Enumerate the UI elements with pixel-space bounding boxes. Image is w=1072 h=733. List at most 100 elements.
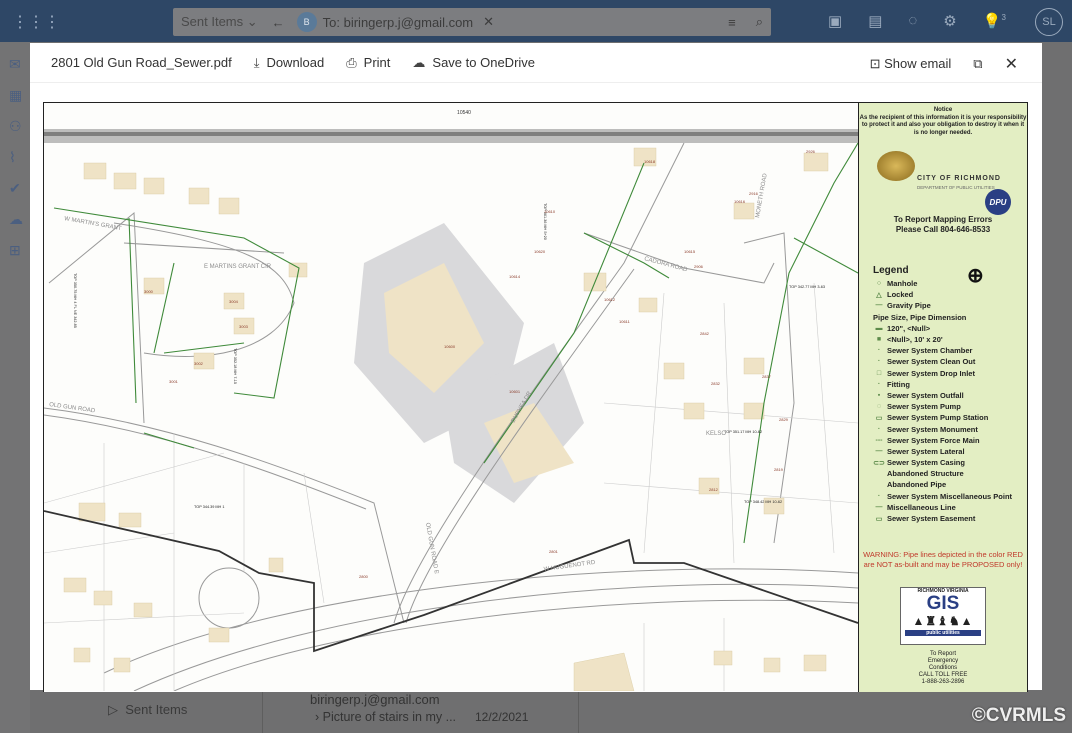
mail-icon[interactable]: ✉ xyxy=(9,56,30,73)
mail-subject[interactable]: › Picture of stairs in my ... xyxy=(315,710,456,724)
city-name: CITY OF RICHMOND xyxy=(917,175,1001,182)
svg-text:10601: 10601 xyxy=(509,389,521,394)
top-bar: ⋮⋮⋮ Sent Items ⌄ ← B To: biringerp.j@gma… xyxy=(0,0,1072,42)
search-scope-dropdown[interactable]: Sent Items ⌄ xyxy=(181,14,258,30)
office-icon[interactable]: ▣ xyxy=(828,12,842,30)
legend-item: ▪ Sewer System Outfall xyxy=(859,390,1027,401)
close-icon[interactable]: ✕ xyxy=(1005,54,1018,74)
legend-item: — Sewer System Lateral xyxy=(859,446,1027,457)
emergency-phone: 1-888-263-2896 xyxy=(921,679,965,686)
svg-text:3003: 3003 xyxy=(239,324,249,329)
dpu-logo: DPU xyxy=(985,189,1011,215)
emergency-line: Emergency xyxy=(927,658,959,665)
legend-symbol: ▭ xyxy=(875,515,883,523)
filter-icon[interactable]: ≡ xyxy=(728,15,736,30)
calendar-icon[interactable]: ▦ xyxy=(9,87,30,104)
svg-text:2801: 2801 xyxy=(549,549,559,554)
svg-text:10611: 10611 xyxy=(619,319,631,324)
svg-text:TOP 348.42 MH 10-62: TOP 348.42 MH 10-62 xyxy=(744,500,782,504)
save-onedrive-button[interactable]: ☁ Save to OneDrive xyxy=(412,55,535,71)
legend-label: Sewer System Pump Station xyxy=(887,413,989,423)
avatar[interactable]: SL xyxy=(1035,8,1063,36)
svg-text:10618: 10618 xyxy=(644,159,656,164)
search-scope-label: Sent Items xyxy=(181,14,244,29)
legend-item: — Miscellaneous Line xyxy=(859,502,1027,513)
sewer-map: 10540 TOP 350.75 MH 4 FL NE 342.85 TOP 3… xyxy=(44,103,858,691)
print-label: Print xyxy=(363,55,391,70)
emergency-line: Conditions xyxy=(928,665,958,672)
gis-logo: RICHMOND VIRGINIA GIS ▲♜♝♞▲ public utili… xyxy=(900,587,986,646)
legend-label: Pipe Size, Pipe Dimension xyxy=(873,312,967,322)
svg-text:2819: 2819 xyxy=(774,467,784,472)
legend-label: Abandoned Pipe xyxy=(887,480,947,490)
gear-icon[interactable]: ⚙ xyxy=(943,12,956,30)
legend-item: ▭ Sewer System Pump Station xyxy=(859,412,1027,423)
svg-text:TOP 342.77 MH 3-63: TOP 342.77 MH 3-63 xyxy=(789,285,825,289)
emergency-line: CALL TOLL FREE xyxy=(918,672,968,679)
folder-sent-items[interactable]: ▷ Sent Items xyxy=(108,702,187,718)
show-email-button[interactable]: ⊡ Show email xyxy=(870,56,952,72)
svg-text:2926: 2926 xyxy=(806,149,816,154)
mail-from[interactable]: biringerp.j@gmail.com xyxy=(310,692,440,707)
legend-symbol: · xyxy=(877,492,881,500)
city-seal xyxy=(877,151,915,181)
search-box[interactable]: Sent Items ⌄ ← B To: biringerp.j@gmail.c… xyxy=(173,8,771,36)
legend-item: Abandoned Structure xyxy=(859,468,1027,479)
legend-item: ▭ Sewer System Easement xyxy=(859,513,1027,524)
viewer-toolbar: 2801 Old Gun Road_Sewer.pdf ⤓ Download ⎙ P… xyxy=(30,43,1042,83)
legend-label: Sewer System Chamber xyxy=(887,346,973,356)
svg-text:10610: 10610 xyxy=(544,209,556,214)
popout-icon[interactable]: ⧉ xyxy=(973,56,982,72)
tips-icon[interactable]: 💡3 xyxy=(983,12,1006,30)
folder-label: Sent Items xyxy=(125,702,188,717)
legend-symbol: △ xyxy=(876,291,882,299)
svg-text:KELSO: KELSO xyxy=(706,431,726,437)
legend-item: — Gravity Pipe xyxy=(859,300,1027,311)
legend-label: Manhole xyxy=(887,279,918,289)
print-button[interactable]: ⎙ Print xyxy=(346,55,390,71)
emergency-line: To Report xyxy=(929,651,956,658)
legend-symbol: · xyxy=(877,380,881,388)
file-name: 2801 Old Gun Road_Sewer.pdf xyxy=(51,55,232,70)
red-pipe-warning: WARNING: Pipe lines depicted in the colo… xyxy=(863,550,1023,569)
calendar-icon[interactable]: ▤ xyxy=(868,12,882,30)
gis-bottom: public utilities xyxy=(905,630,981,637)
people-icon[interactable]: ⚇ xyxy=(9,118,30,135)
apps-icon[interactable]: ⊞ xyxy=(9,242,30,259)
legend-label: Sewer System Easement xyxy=(887,514,976,524)
svg-text:TOP 352.18 MH 7-15: TOP 352.18 MH 7-15 xyxy=(233,348,237,384)
legend-label: Sewer System Miscellaneous Point xyxy=(887,491,1013,501)
print-icon: ⎙ xyxy=(346,54,357,70)
legend-item: Pipe Size, Pipe Dimension xyxy=(859,312,1027,323)
legend-label: Gravity Pipe xyxy=(887,301,931,311)
map-legend: Notice As the recipient of this informat… xyxy=(858,103,1027,692)
notice-title: Notice xyxy=(933,107,953,113)
legend-item: · Fitting xyxy=(859,379,1027,390)
back-arrow-icon[interactable]: ← xyxy=(272,15,285,30)
bell-icon[interactable]: ◌ xyxy=(908,12,917,30)
notice: Notice As the recipient of this informat… xyxy=(859,103,1027,137)
legend-label: 120", <Null> xyxy=(887,323,931,333)
gis-text: GIS xyxy=(926,593,960,615)
onedrive-icon[interactable]: ☁ xyxy=(9,211,30,228)
emergency-info: To Report Emergency Conditions CALL TOLL… xyxy=(859,651,1027,686)
todo-icon[interactable]: ✔ xyxy=(9,180,30,197)
legend-label: Locked xyxy=(887,290,914,300)
report-phone: Please Call 804-646-8533 xyxy=(895,225,991,234)
remove-chip-icon[interactable]: ✕ xyxy=(483,14,494,30)
svg-text:10600: 10600 xyxy=(444,344,456,349)
app-launcher-icon[interactable]: ⋮⋮⋮ xyxy=(12,12,60,32)
report-errors: To Report Mapping Errors Please Call 804… xyxy=(859,215,1027,235)
background-mail: ▷ Sent Items biringerp.j@gmail.com › Pic… xyxy=(0,690,1072,733)
legend-symbol: · xyxy=(877,347,881,355)
svg-text:3002: 3002 xyxy=(194,361,204,366)
svg-text:3001: 3001 xyxy=(169,379,179,384)
legend-item: ⊂⊃ Sewer System Casing xyxy=(859,457,1027,468)
legend-symbol: — xyxy=(875,447,883,455)
download-button[interactable]: ⤓ Download xyxy=(254,55,325,71)
legend-item: · Sewer System Miscellaneous Point xyxy=(859,491,1027,502)
notice-text: As the recipient of this information it … xyxy=(859,114,1027,136)
search-icon[interactable]: ⌕ xyxy=(756,14,763,30)
legend-symbol: ◌ xyxy=(876,403,882,411)
attach-icon[interactable]: ⌇ xyxy=(9,149,30,166)
